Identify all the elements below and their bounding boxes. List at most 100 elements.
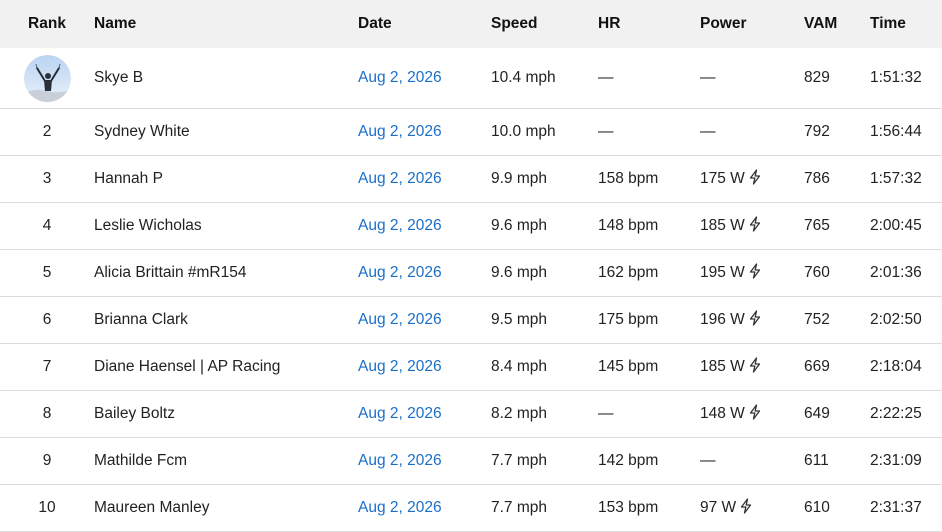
activity-date-link[interactable]: Aug 2, 2026 (358, 170, 442, 187)
table-row: 10 Maureen Manley Aug 2, 2026 7.7 mph 153 bp… (0, 485, 942, 532)
athlete-name-link[interactable]: Leslie Wicholas (94, 217, 202, 234)
power-value: 185 W (700, 216, 745, 234)
activity-date-link[interactable]: Aug 2, 2026 (358, 311, 442, 328)
activity-date-link[interactable]: Aug 2, 2026 (358, 264, 442, 281)
power-cell: 185 W (700, 215, 804, 237)
speed-cell: 9.9 mph (491, 170, 548, 187)
header-speed[interactable]: Speed (491, 15, 598, 33)
heart-rate-cell: 153 bpm (598, 499, 659, 516)
table-row: 6 Brianna Clark Aug 2, 2026 9.5 mph 175 bpm 1… (0, 297, 942, 344)
power-meter-icon (748, 215, 762, 237)
rank-cell (0, 54, 94, 102)
power-value: 97 W (700, 498, 737, 516)
athlete-name-link[interactable]: Skye B (94, 69, 143, 86)
power-cell: 175 W (700, 168, 804, 190)
vam-cell: 649 (804, 405, 830, 422)
athlete-name-link[interactable]: Diane Haensel | AP Racing (94, 358, 280, 375)
athlete-name-link[interactable]: Hannah P (94, 170, 163, 187)
vam-cell: 669 (804, 358, 830, 375)
vam-cell: 610 (804, 499, 830, 516)
power-value: 148 W (700, 404, 745, 422)
vam-cell: 611 (804, 452, 829, 469)
athlete-name-link[interactable]: Bailey Boltz (94, 405, 175, 422)
speed-cell: 7.7 mph (491, 499, 548, 516)
leaderboard-table: Rank Name Date Speed HR Power VAM Time S… (0, 0, 942, 532)
table-row: Skye B Aug 2, 2026 10.4 mph — — 829 1:51:32 (0, 48, 942, 109)
power-meter-icon (739, 497, 753, 519)
rank-cell: 7 (42, 358, 52, 375)
header-hr[interactable]: HR (598, 15, 700, 33)
time-cell: 2:18:04 (870, 358, 922, 375)
table-row: 5 Alicia Brittain #mR154 Aug 2, 2026 9.6 mp… (0, 250, 942, 297)
speed-cell: 9.6 mph (491, 217, 548, 234)
activity-date-link[interactable]: Aug 2, 2026 (358, 123, 442, 140)
header-power[interactable]: Power (700, 15, 804, 33)
time-cell: 2:31:37 (870, 499, 922, 516)
time-cell: 1:56:44 (870, 123, 922, 140)
athlete-name-link[interactable]: Maureen Manley (94, 499, 209, 516)
activity-date-link[interactable]: Aug 2, 2026 (358, 452, 442, 469)
power-value: — (700, 69, 716, 86)
power-value: 175 W (700, 169, 745, 187)
table-row: 4 Leslie Wicholas Aug 2, 2026 9.6 mph 148 bp… (0, 203, 942, 250)
vam-cell: 752 (804, 311, 830, 328)
header-rank[interactable]: Rank (0, 15, 94, 33)
time-cell: 2:02:50 (870, 311, 922, 328)
heart-rate-cell: 148 bpm (598, 217, 659, 234)
table-row: 2 Sydney White Aug 2, 2026 10.0 mph — — 792 1:5… (0, 109, 942, 156)
athlete-avatar[interactable] (23, 54, 71, 102)
vam-cell: 786 (804, 170, 830, 187)
power-meter-icon (748, 168, 762, 190)
activity-date-link[interactable]: Aug 2, 2026 (358, 405, 442, 422)
power-cell: 97 W (700, 497, 804, 519)
header-time[interactable]: Time (870, 15, 942, 33)
table-header: Rank Name Date Speed HR Power VAM Time (0, 0, 942, 48)
rank-cell: 2 (42, 123, 52, 140)
table-body: Skye B Aug 2, 2026 10.4 mph — — 829 1:51:32 2 Sy… (0, 48, 942, 532)
speed-cell: 8.2 mph (491, 405, 548, 422)
power-value: 185 W (700, 357, 745, 375)
activity-date-link[interactable]: Aug 2, 2026 (358, 69, 442, 86)
speed-cell: 9.6 mph (491, 264, 548, 281)
power-cell: — (700, 69, 804, 87)
speed-cell: 10.0 mph (491, 123, 556, 140)
power-cell: 196 W (700, 309, 804, 331)
athlete-name-link[interactable]: Brianna Clark (94, 311, 188, 328)
rank-cell: 3 (42, 170, 52, 187)
heart-rate-cell: — (598, 123, 614, 140)
rank-cell: 4 (42, 217, 52, 234)
speed-cell: 9.5 mph (491, 311, 548, 328)
header-vam[interactable]: VAM (804, 15, 870, 33)
heart-rate-cell: 145 bpm (598, 358, 659, 375)
heart-rate-cell: 142 bpm (598, 452, 659, 469)
time-cell: 2:01:36 (870, 264, 922, 281)
activity-date-link[interactable]: Aug 2, 2026 (358, 358, 442, 375)
power-value: 195 W (700, 263, 745, 281)
power-cell: — (700, 123, 804, 141)
heart-rate-cell: 175 bpm (598, 311, 659, 328)
time-cell: 2:00:45 (870, 217, 922, 234)
heart-rate-cell: — (598, 69, 614, 86)
rank-cell: 10 (38, 499, 56, 516)
rank-cell: 6 (42, 311, 52, 328)
speed-cell: 10.4 mph (491, 69, 556, 86)
athlete-name-link[interactable]: Mathilde Fcm (94, 452, 187, 469)
activity-date-link[interactable]: Aug 2, 2026 (358, 217, 442, 234)
activity-date-link[interactable]: Aug 2, 2026 (358, 499, 442, 516)
vam-cell: 765 (804, 217, 830, 234)
rank-cell: 5 (42, 264, 52, 281)
athlete-name-link[interactable]: Sydney White (94, 123, 190, 140)
header-name[interactable]: Name (94, 15, 358, 33)
speed-cell: 7.7 mph (491, 452, 548, 469)
power-meter-icon (748, 262, 762, 284)
vam-cell: 792 (804, 123, 830, 140)
athlete-name-link[interactable]: Alicia Brittain #mR154 (94, 264, 246, 281)
heart-rate-cell: 162 bpm (598, 264, 659, 281)
time-cell: 1:57:32 (870, 170, 922, 187)
time-cell: 2:31:09 (870, 452, 922, 469)
heart-rate-cell: — (598, 405, 614, 422)
table-row: 3 Hannah P Aug 2, 2026 9.9 mph 158 bpm 175 W 7… (0, 156, 942, 203)
power-meter-icon (748, 309, 762, 331)
vam-cell: 760 (804, 264, 830, 281)
header-date[interactable]: Date (358, 15, 491, 33)
